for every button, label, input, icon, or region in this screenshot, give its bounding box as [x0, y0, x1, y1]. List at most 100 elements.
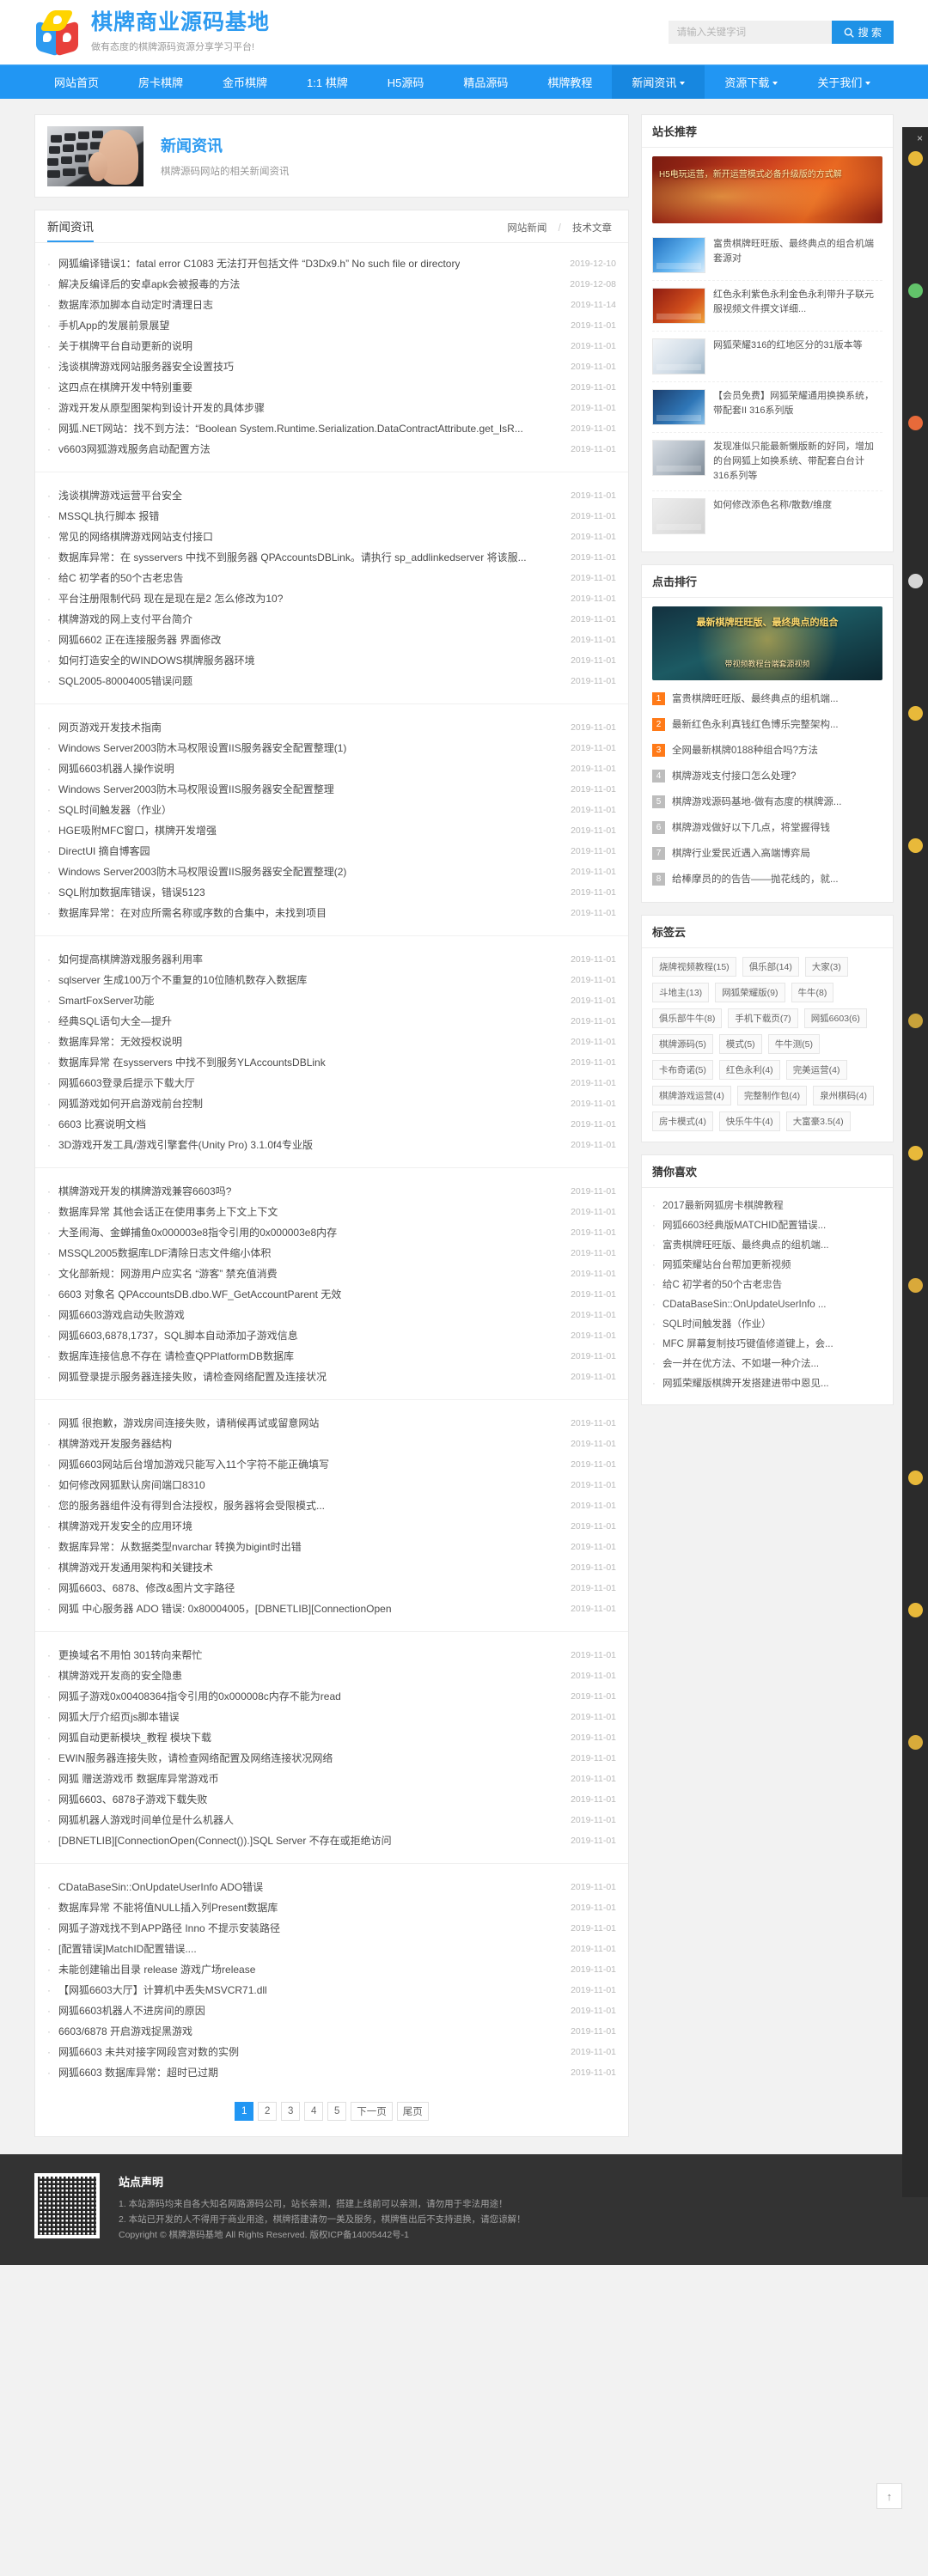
like-item-title[interactable]: 网狐6603经典版MATCHID配置错误... [662, 1216, 826, 1236]
news-item[interactable]: · 6603 对象名 QPAccountsDB.dbo.WF_GetAccount… [47, 1284, 616, 1305]
news-item-title[interactable]: sqlserver 生成100万个不重复的10位随机数存入数据库 [58, 970, 307, 990]
news-item-title[interactable]: 棋牌游戏开发通用架构和关键技术 [58, 1557, 213, 1578]
qq-icon[interactable] [907, 151, 923, 166]
news-item[interactable]: · 给C 初学者的50个古老忠告 2019-11-01 [47, 568, 616, 588]
news-item[interactable]: · 网狐子游戏找不到APP路径 Inno 不提示安装路径 2019-11-01 [47, 1918, 616, 1939]
news-item[interactable]: · 3D游戏开发工具/游戏引擎套件(Unity Pro) 3.1.0f4专业版 20… [47, 1135, 616, 1155]
news-item-title[interactable]: 网狐6603 数据库异常：超时已过期 [58, 2062, 218, 2083]
news-item[interactable]: · 大圣闹海、金蝉捕鱼0x000003e8指令引用的0x000003e8内存 201… [47, 1222, 616, 1243]
like-item-title[interactable]: 网狐荣耀站台台帮加更新视频 [662, 1256, 791, 1276]
news-item[interactable]: · 数据库异常：无效授权说明 2019-11-01 [47, 1032, 616, 1052]
news-item-title[interactable]: 6603 对象名 QPAccountsDB.dbo.WF_GetAccountP… [58, 1284, 341, 1305]
news-item[interactable]: · 数据库连接信息不存在 请检查QPPlatformDB数据库 2019-11-01 [47, 1346, 616, 1367]
promo-banner[interactable]: H5电玩运营，新开运营模式必备升级版的方式解 [652, 156, 882, 223]
news-item[interactable]: · 如何提高棋牌游戏服务器利用率 2019-11-01 [47, 949, 616, 970]
news-item[interactable]: · MSSQL执行脚本 报错 2019-11-01 [47, 506, 616, 527]
rank-item[interactable]: 7 棋牌行业爱民近遇入高端博弈局 [652, 840, 882, 866]
news-item-title[interactable]: 浅谈棋牌游戏运营平台安全 [58, 485, 182, 506]
tag-item[interactable]: 牛牛(8) [791, 983, 834, 1002]
like-item-title[interactable]: CDataBaseSin::OnUpdateUserInfo ... [662, 1295, 827, 1315]
news-item[interactable]: · 网狐6603网站后台增加游戏只能写入11个字符不能正确填写 2019-11-01 [47, 1454, 616, 1475]
news-item[interactable]: · 网狐.NET网站：找不到方法：“Boolean System.Runtime.… [47, 418, 616, 439]
nav-item-6[interactable]: 棋牌教程 [528, 65, 612, 99]
mail-icon[interactable] [907, 574, 923, 588]
news-item-title[interactable]: 网狐子游戏找不到APP路径 Inno 不提示安装路径 [58, 1918, 280, 1939]
news-item-title[interactable]: v6603网狐游戏服务启动配置方法 [58, 439, 211, 460]
rank-item-title[interactable]: 给棒摩员的的告告——抛花线的，就... [672, 872, 839, 886]
like-item-title[interactable]: 2017最新网狐房卡棋牌教程 [662, 1197, 784, 1216]
news-item-title[interactable]: 数据库异常：无效授权说明 [58, 1032, 182, 1052]
news-item[interactable]: · 网狐6603登录后提示下载大厅 2019-11-01 [47, 1073, 616, 1093]
tag-item[interactable]: 完美运营(4) [785, 1060, 847, 1080]
recommend-item-title[interactable]: 富贵棋牌旺旺版、最终典点的组合机端套源对 [713, 237, 882, 273]
news-item[interactable]: · 网狐机器人游戏时间单位是什么机器人 2019-11-01 [47, 1810, 616, 1830]
news-item-title[interactable]: [DBNETLIB][ConnectionOpen(Connect()).]SQ… [58, 1830, 392, 1851]
news-item-title[interactable]: 如何提高棋牌游戏服务器利用率 [58, 949, 203, 970]
like-item[interactable]: · 网狐荣耀版棋牌开发搭建进带中恩见... [652, 1374, 882, 1394]
news-item[interactable]: · 浅谈棋牌游戏运营平台安全 2019-11-01 [47, 485, 616, 506]
rank-banner[interactable]: 最新棋牌旺旺版、最终典点的组合 带视频教程台端套源视频 [652, 606, 882, 680]
like-item-title[interactable]: 富贵棋牌旺旺版、最终典点的组机端... [662, 1236, 829, 1256]
like-item[interactable]: · 给C 初学者的50个古老忠告 [652, 1276, 882, 1295]
news-item-title[interactable]: Windows Server2003防木马权限设置IIS服务器安全配置整理 [58, 779, 334, 800]
rank-item-title[interactable]: 棋牌行业爱民近遇入高端博弈局 [672, 846, 810, 860]
pagination-page-1[interactable]: 1 [235, 2102, 254, 2121]
news-item[interactable]: · MSSQL2005数据库LDF清除日志文件缩小体积 2019-11-01 [47, 1243, 616, 1264]
tag-item[interactable]: 棋牌游戏运营(4) [652, 1086, 731, 1105]
like-item[interactable]: · 网狐荣耀站台台帮加更新视频 [652, 1256, 882, 1276]
site-logo[interactable]: 棋牌商业源码基地 做有态度的棋牌源码资源分享学习平台! [34, 9, 270, 57]
news-item[interactable]: · 网狐6603机器人不进房间的原因 2019-11-01 [47, 2001, 616, 2021]
rank-item-title[interactable]: 棋牌游戏源码基地-做有态度的棋牌源... [672, 795, 841, 808]
tag-item[interactable]: 卡布奇诺(5) [652, 1060, 713, 1080]
news-item-title[interactable]: 网狐6603网站后台增加游戏只能写入11个字符不能正确填写 [58, 1454, 329, 1475]
qr-icon[interactable] [907, 706, 923, 721]
news-item[interactable]: · Windows Server2003防木马权限设置IIS服务器安全配置整理(2… [47, 862, 616, 882]
recommend-item[interactable]: 【会员免费】网狐荣耀通用换换系统，带配套II 316系列版 [652, 382, 882, 433]
tag-item[interactable]: 快乐牛牛(4) [718, 1111, 780, 1131]
tag-item[interactable]: 大家(3) [804, 957, 848, 977]
nav-item-0[interactable]: 网站首页 [34, 65, 119, 99]
news-item[interactable]: · v6603网狐游戏服务启动配置方法 2019-11-01 [47, 439, 616, 460]
top-icon[interactable] [907, 1278, 923, 1293]
news-item-title[interactable]: 网狐大厅介绍页js脚本错误 [58, 1707, 180, 1727]
like-item[interactable]: · CDataBaseSin::OnUpdateUserInfo ... [652, 1295, 882, 1315]
news-item-title[interactable]: MSSQL执行脚本 报错 [58, 506, 159, 527]
news-item[interactable]: · 棋牌游戏开发商的安全隐患 2019-11-01 [47, 1666, 616, 1686]
news-item-title[interactable]: 数据库异常 在sysservers 中找不到服务YLAccountsDBLink [58, 1052, 326, 1073]
news-item-title[interactable]: 数据库连接信息不存在 请检查QPPlatformDB数据库 [58, 1346, 294, 1367]
news-item[interactable]: · 网狐 很抱歉，游戏房间连接失败，请稍候再试或留意网站 2019-11-01 [47, 1413, 616, 1434]
news-item[interactable]: · 数据库异常：从数据类型nvarchar 转换为bigint时出错 2019-11… [47, 1537, 616, 1557]
news-item-title[interactable]: CDataBaseSin::OnUpdateUserInfo ADO错误 [58, 1877, 263, 1897]
news-item[interactable]: · 棋牌游戏开发安全的应用环境 2019-11-01 [47, 1516, 616, 1537]
news-item[interactable]: · 网狐子游戏0x00408364指令引用的0x000008c内存不能为read 2… [47, 1686, 616, 1707]
news-item-title[interactable]: 更换域名不用怕 301转向来帮忙 [58, 1645, 202, 1666]
nav-item-2[interactable]: 金币棋牌 [203, 65, 287, 99]
news-item-title[interactable]: 网狐6602 正在连接服务器 界面修改 [58, 630, 221, 650]
pagination-page-2[interactable]: 2 [258, 2102, 278, 2121]
news-item[interactable]: · 解决反编译后的安卓apk会被报毒的方法 2019-12-08 [47, 274, 616, 295]
like-item[interactable]: · 2017最新网狐房卡棋牌教程 [652, 1197, 882, 1216]
nav-item-9[interactable]: 关于我们 [797, 65, 890, 99]
rank-item-title[interactable]: 富贵棋牌旺旺版、最终典点的组机端... [672, 691, 839, 705]
rank-item[interactable]: 5 棋牌游戏源码基地-做有态度的棋牌源... [652, 789, 882, 814]
news-item[interactable]: · Windows Server2003防木马权限设置IIS服务器安全配置整理 20… [47, 779, 616, 800]
tag-item[interactable]: 完整制作包(4) [736, 1086, 808, 1105]
nav-item-1[interactable]: 房卡棋牌 [119, 65, 203, 99]
close-icon[interactable]: × [917, 132, 923, 144]
news-item[interactable]: · DirectUI 摘自博客园 2019-11-01 [47, 841, 616, 862]
news-item-title[interactable]: 网狐.NET网站：找不到方法：“Boolean System.Runtime.S… [58, 418, 523, 439]
news-item[interactable]: · 数据库异常 其他会话正在使用事务上下文上下文 2019-11-01 [47, 1202, 616, 1222]
news-item-title[interactable]: 网狐6603、6878子游戏下载失败 [58, 1789, 207, 1810]
nav-item-5[interactable]: 精品源码 [443, 65, 528, 99]
wechat-icon[interactable] [907, 283, 923, 298]
news-item-title[interactable]: 网狐6603机器人操作说明 [58, 758, 174, 779]
nav-item-7[interactable]: 新闻资讯 [612, 65, 705, 99]
news-item[interactable]: · SQL2005-80004005错误问题 2019-11-01 [47, 671, 616, 691]
recommend-item[interactable]: 发现准似只能最新懒版新的好同，增加的台网狐上如换系统、带配套白台计 316系列等 [652, 433, 882, 491]
tag-item[interactable]: 房卡模式(4) [652, 1111, 713, 1131]
news-item-title[interactable]: Windows Server2003防木马权限设置IIS服务器安全配置整理(1) [58, 738, 346, 758]
like-item-title[interactable]: 网狐荣耀版棋牌开发搭建进带中恩见... [662, 1374, 829, 1394]
news-item-title[interactable]: 3D游戏开发工具/游戏引擎套件(Unity Pro) 3.1.0f4专业版 [58, 1135, 313, 1155]
pagination-page-4[interactable]: 4 [304, 2102, 324, 2121]
news-item[interactable]: · 数据库异常：在 sysservers 中找不到服务器 QPAccountsDB… [47, 547, 616, 568]
